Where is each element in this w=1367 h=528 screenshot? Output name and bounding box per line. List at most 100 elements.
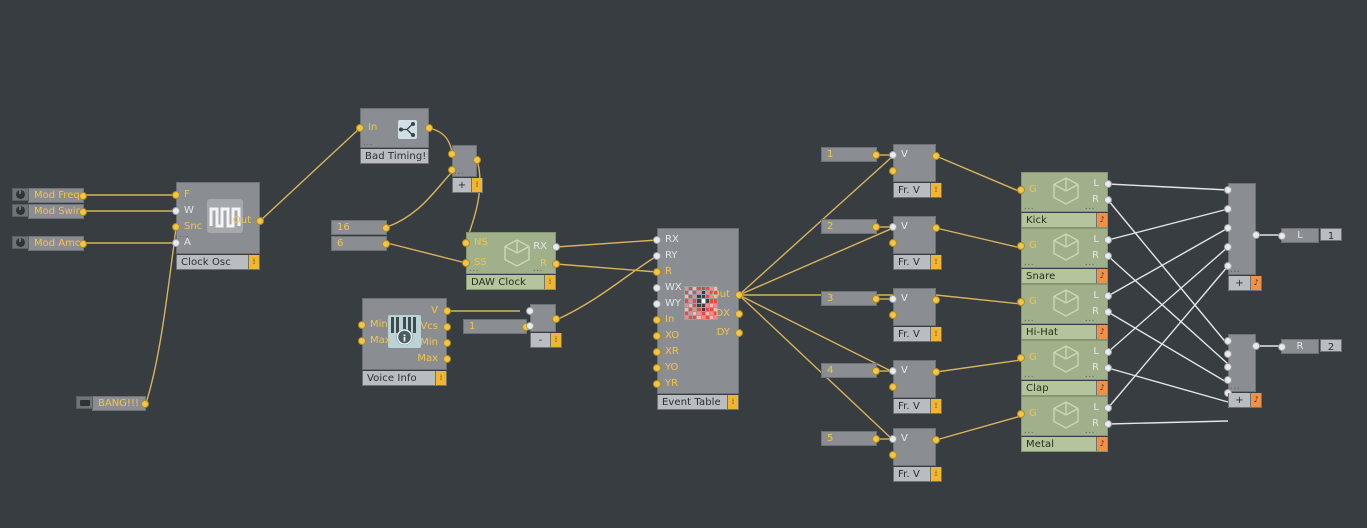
note-icon[interactable]: ♪ [1096, 381, 1107, 395]
bang-node[interactable]: BANG!!! [76, 396, 149, 411]
freq-voice-5-input-v-port[interactable] [889, 435, 897, 443]
event-table-input-wx-port[interactable] [653, 284, 661, 292]
mixer-right-input-3-port[interactable] [1224, 363, 1232, 371]
bang-output-port[interactable] [141, 400, 149, 408]
expand-handle-icon[interactable]: ⁞ [930, 467, 941, 481]
step-value-5-output-port[interactable] [872, 435, 880, 443]
freq-voice-node-3[interactable]: V Fr. V ⁞ [889, 288, 942, 342]
voice-info-output-v-port[interactable] [443, 307, 451, 315]
event-table-node[interactable]: RX RY R WX WY In XO XR YO YR Out DX DY E… [653, 228, 743, 410]
instrument-metal-footer[interactable]: Metal ♪ [1021, 437, 1108, 452]
clock-osc-input-w-port[interactable] [172, 207, 180, 215]
instrument-snare-output-l-port[interactable] [1104, 236, 1112, 244]
freq-voice-5-output-port[interactable] [932, 436, 940, 444]
sub-node-footer[interactable]: - ⁞ [530, 333, 562, 348]
voice-info-output-max-port[interactable] [443, 355, 451, 363]
voice-info-output-min-port[interactable] [443, 339, 451, 347]
instrument-kick-output-l-port[interactable] [1104, 180, 1112, 188]
event-table-footer[interactable]: Event Table ⁞ [657, 395, 739, 410]
freq-voice-4-input-2-port[interactable] [889, 383, 897, 391]
instrument-kick-input-g-port[interactable] [1017, 186, 1025, 194]
event-table-input-rx-port[interactable] [653, 236, 661, 244]
expand-handle-icon[interactable]: ⁞ [930, 327, 941, 341]
instrument-kick-output-r-port[interactable] [1104, 196, 1112, 204]
step-value-3-node[interactable]: 3 [821, 291, 880, 306]
const-1-value[interactable]: 1 [464, 321, 475, 333]
instrument-node-hihat[interactable]: G L R ... ... Hi-Hat ♪ [1017, 284, 1112, 340]
freq-voice-node-5[interactable]: V Fr. V ⁞ [889, 428, 942, 482]
event-table-output-out-port[interactable] [735, 291, 743, 299]
step-value-2-output-port[interactable] [872, 223, 880, 231]
step-value-2[interactable]: 2 [822, 221, 833, 233]
patch-canvas[interactable]: Mod Freq Mod Swing Mod Amoun BANG!!! F W… [0, 0, 1367, 528]
const-16-value[interactable]: 16 [332, 222, 350, 234]
instrument-hihat-output-r-port[interactable] [1104, 308, 1112, 316]
mixer-right-input-1-port[interactable] [1224, 337, 1232, 345]
freq-voice-2-input-v-port[interactable] [889, 223, 897, 231]
add-node-output-port[interactable] [473, 156, 481, 164]
knob-icon[interactable] [12, 204, 29, 217]
freq-voice-4-output-port[interactable] [932, 368, 940, 376]
step-value-1-output-port[interactable] [872, 151, 880, 159]
mod-freq-node[interactable]: Mod Freq [12, 188, 87, 203]
event-table-input-in-port[interactable] [653, 316, 661, 324]
voice-info-input-min-port[interactable] [358, 321, 366, 329]
freq-voice-3-input-2-port[interactable] [889, 311, 897, 319]
mixer-node-left[interactable]: ... + ♪ [1224, 183, 1262, 291]
freq-voice-1-input-v-port[interactable] [889, 151, 897, 159]
sub-node-input-1-port[interactable] [526, 307, 534, 315]
note-icon[interactable]: ♪ [1096, 269, 1107, 283]
expand-handle-icon[interactable]: ⁞ [544, 275, 555, 289]
freq-voice-node-4[interactable]: V Fr. V ⁞ [889, 360, 942, 414]
step-value-1-node[interactable]: 1 [821, 147, 880, 162]
knob-icon[interactable] [12, 236, 29, 249]
expand-handle-icon[interactable]: ⁞ [471, 178, 482, 192]
daw-clock-node[interactable]: NS SS RX R ... ... DAW Clock ⁞ [462, 232, 560, 290]
const-16-node[interactable]: 16 [331, 220, 390, 235]
event-table-output-dy-port[interactable] [735, 329, 743, 337]
freq-voice-4-input-v-port[interactable] [889, 367, 897, 375]
instrument-clap-output-l-port[interactable] [1104, 348, 1112, 356]
const-1-node[interactable]: 1 [463, 319, 530, 334]
expand-handle-icon[interactable]: ⁞ [550, 333, 561, 347]
mixer-left-footer[interactable]: + ♪ [1228, 276, 1262, 291]
clock-osc-footer[interactable]: Clock Osc ⁞ [176, 255, 260, 270]
step-value-3[interactable]: 3 [822, 293, 833, 305]
const-6-output-port[interactable] [382, 240, 390, 248]
mixer-left-output-port[interactable] [1252, 231, 1260, 239]
freq-voice-node-2[interactable]: V Fr. V ⁞ [889, 216, 942, 270]
clock-osc-output-out-port[interactable] [256, 217, 264, 225]
bang-button-icon[interactable] [76, 396, 93, 409]
sub-node-input-2-port[interactable] [526, 322, 534, 330]
mixer-left-input-3-port[interactable] [1224, 224, 1232, 232]
freq-voice-node-1[interactable]: V Fr. V ⁞ [889, 144, 942, 198]
mod-swing-output-port[interactable] [79, 208, 87, 216]
freq-voice-5-footer[interactable]: Fr. V ⁞ [893, 467, 942, 482]
daw-clock-output-r-port[interactable] [552, 260, 560, 268]
instrument-clap-input-g-port[interactable] [1017, 354, 1025, 362]
freq-voice-3-footer[interactable]: Fr. V ⁞ [893, 327, 942, 342]
mod-amount-output-port[interactable] [79, 240, 87, 248]
output-right-input-port[interactable] [1278, 343, 1286, 351]
instrument-clap-footer[interactable]: Clap ♪ [1021, 381, 1108, 396]
mixer-left-input-4-port[interactable] [1224, 243, 1232, 251]
expand-handle-icon[interactable]: ⁞ [727, 395, 738, 409]
instrument-hihat-input-g-port[interactable] [1017, 298, 1025, 306]
clock-osc-node[interactable]: F W Snc A Out ... Clock Osc ⁞ [172, 182, 264, 270]
event-table-input-ry-port[interactable] [653, 252, 661, 260]
instrument-node-snare[interactable]: G L R ... ... Snare ♪ [1017, 228, 1112, 284]
expand-handle-icon[interactable]: ⁞ [435, 371, 446, 385]
add-node[interactable]: ... + ⁞ [448, 145, 483, 193]
daw-clock-output-rx-port[interactable] [552, 243, 560, 251]
note-icon[interactable]: ♪ [1250, 276, 1261, 290]
freq-voice-2-footer[interactable]: Fr. V ⁞ [893, 255, 942, 270]
instrument-kick-footer[interactable]: Kick ♪ [1021, 213, 1108, 228]
const-6-value[interactable]: 6 [332, 238, 343, 250]
mixer-right-output-port[interactable] [1252, 342, 1260, 350]
add-node-input-1-port[interactable] [448, 150, 456, 158]
output-node-left[interactable]: L 1 [1278, 228, 1342, 243]
clock-osc-input-a-port[interactable] [172, 239, 180, 247]
instrument-metal-output-r-port[interactable] [1104, 420, 1112, 428]
instrument-snare-footer[interactable]: Snare ♪ [1021, 269, 1108, 284]
note-icon[interactable]: ♪ [1096, 325, 1107, 339]
